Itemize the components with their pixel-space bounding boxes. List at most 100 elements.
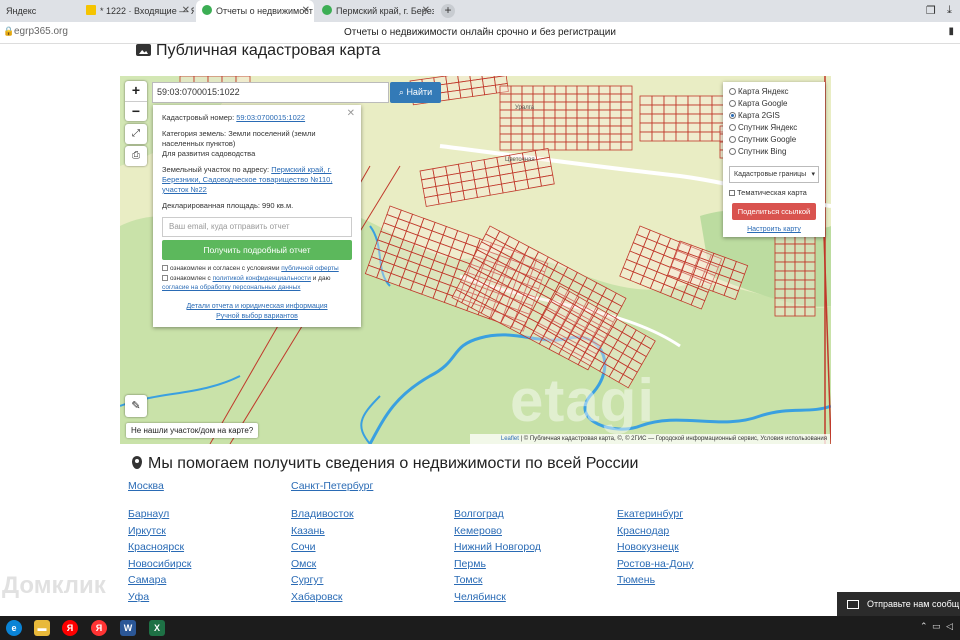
close-icon[interactable]: ✕ xyxy=(302,0,310,22)
collections-icon[interactable]: ❐ xyxy=(926,4,936,17)
radio-button[interactable] xyxy=(729,88,736,95)
close-icon[interactable]: ✕ xyxy=(182,0,190,22)
layer-option-bing-sat[interactable]: Спутник Bing xyxy=(729,146,819,158)
city-link[interactable]: Екатеринбург xyxy=(617,508,683,520)
city-link[interactable]: Краснодар xyxy=(617,525,669,537)
overlay-select[interactable]: Кадастровые границы xyxy=(729,166,819,183)
parcel xyxy=(554,85,567,95)
bookmark-icon[interactable]: ▮ xyxy=(948,26,954,37)
share-link-button[interactable]: Поделиться ссылкой xyxy=(732,203,816,220)
edge-icon[interactable]: e xyxy=(6,620,22,636)
offer-checkbox[interactable] xyxy=(162,265,168,271)
download-icon[interactable]: ⤓ xyxy=(947,4,952,17)
offer-link[interactable]: публичной оферты xyxy=(281,265,338,272)
parcel xyxy=(532,85,545,95)
parcel xyxy=(565,117,578,127)
tab-inbox[interactable]: * 1222 · Входящие — Янд ✕ xyxy=(80,0,194,22)
email-field[interactable]: Ваш email, куда отправить отчет xyxy=(162,217,352,237)
privacy-link[interactable]: политикой конфиденциальности xyxy=(213,275,311,282)
city-link[interactable]: Челябинск xyxy=(454,591,506,603)
city-link[interactable]: Москва xyxy=(128,480,164,492)
city-link[interactable]: Сургут xyxy=(291,574,323,586)
parcel xyxy=(598,133,611,143)
tab-perm[interactable]: Пермский край, г. Березн ✕ xyxy=(316,0,434,22)
layer-option-google-map[interactable]: Карта Google xyxy=(729,98,819,110)
city-link[interactable]: Уфа xyxy=(128,591,149,603)
consent-link[interactable]: согласие на обработку персональных данны… xyxy=(162,284,301,291)
close-icon[interactable]: ✕ xyxy=(347,109,355,119)
manual-select-link[interactable]: Ручной выбор вариантов xyxy=(216,313,298,320)
privacy-checkbox[interactable] xyxy=(162,275,168,281)
city-link[interactable]: Нижний Новгород xyxy=(454,541,541,553)
city-link[interactable]: Сочи xyxy=(291,541,316,553)
parcel xyxy=(521,141,534,151)
parcel xyxy=(554,125,567,135)
parcel xyxy=(499,93,512,103)
parcel xyxy=(532,109,545,119)
city-link[interactable]: Пермь xyxy=(454,558,486,570)
print-icon[interactable]: ⎙ xyxy=(125,146,147,166)
parcel xyxy=(774,306,786,317)
parcel xyxy=(510,109,523,119)
tab-yandex[interactable]: Яндекс xyxy=(0,0,78,22)
city-link[interactable]: Казань xyxy=(291,525,325,537)
radio-button[interactable] xyxy=(729,148,736,155)
city-link[interactable]: Кемерово xyxy=(454,525,502,537)
parcel xyxy=(675,104,689,115)
city-link[interactable]: Омск xyxy=(291,558,316,570)
new-tab-button[interactable]: + xyxy=(441,4,455,18)
network-icon[interactable]: ▭ xyxy=(932,621,941,632)
thematic-checkbox[interactable] xyxy=(729,190,735,196)
city-link[interactable]: Тюмень xyxy=(617,574,655,586)
configure-map-link[interactable]: Настроить карту xyxy=(747,226,801,233)
layer-label: Спутник Google xyxy=(738,135,797,144)
volume-icon[interactable]: ◁ xyxy=(946,621,953,632)
parcel xyxy=(499,125,512,135)
city-link[interactable]: Иркутск xyxy=(128,525,166,537)
tab-reports[interactable]: Отчеты о недвижимост ✕ xyxy=(196,0,314,22)
radio-button[interactable] xyxy=(729,112,736,119)
cad-number-link[interactable]: 59:03:0700015:1022 xyxy=(236,113,305,122)
city-link[interactable]: Новокузнецк xyxy=(617,541,679,553)
offer-agreement[interactable]: ознакомлен и согласен с условиями публич… xyxy=(162,264,352,273)
chevron-up-icon[interactable]: ⌃ xyxy=(920,621,928,632)
chat-notification[interactable]: Отправьте нам сообщ xyxy=(837,592,960,617)
layer-option-yandex-sat[interactable]: Спутник Яндекс xyxy=(729,122,819,134)
city-link[interactable]: Хабаровск xyxy=(291,591,342,603)
details-link[interactable]: Детали отчета и юридическая информация xyxy=(186,303,327,310)
word-icon[interactable]: W xyxy=(120,620,136,636)
not-found-button[interactable]: Не нашли участок/дом на карте? xyxy=(126,423,259,438)
radio-button[interactable] xyxy=(729,124,736,131)
city-link[interactable]: Владивосток xyxy=(291,508,354,520)
privacy-agreement[interactable]: ознакомлен с политикой конфиденциальност… xyxy=(162,274,352,292)
close-icon[interactable]: ✕ xyxy=(422,0,430,22)
city-link[interactable]: Новосибирск xyxy=(128,558,191,570)
city-link[interactable]: Томск xyxy=(454,574,483,586)
yandex-browser-icon[interactable]: Я xyxy=(91,620,107,636)
radio-button[interactable] xyxy=(729,136,736,143)
cadastral-search-input[interactable]: 59:03:0700015:1022 xyxy=(152,82,389,103)
layer-option-google-sat[interactable]: Спутник Google xyxy=(729,134,819,146)
city-link[interactable]: Барнаул xyxy=(128,508,169,520)
city-link[interactable]: Красноярск xyxy=(128,541,184,553)
city-link[interactable]: Ростов-на-Дону xyxy=(617,558,694,570)
thematic-map-toggle[interactable]: Тематическая карта xyxy=(729,188,819,197)
city-link[interactable]: Волгоград xyxy=(454,508,504,520)
leaflet-link[interactable]: Leaflet xyxy=(501,436,519,442)
layer-option-2gis-map[interactable]: Карта 2GIS xyxy=(729,110,819,122)
folder-icon[interactable]: ▬ xyxy=(34,620,50,636)
zoom-out-button[interactable]: − xyxy=(125,101,147,121)
parcel xyxy=(794,279,806,290)
get-report-button[interactable]: Получить подробный отчет xyxy=(162,240,352,260)
zoom-in-button[interactable]: + xyxy=(125,81,147,101)
city-link[interactable]: Санкт-Петербург xyxy=(291,480,373,492)
yandex-icon[interactable]: Я xyxy=(62,620,78,636)
parcel xyxy=(663,131,677,142)
excel-icon[interactable]: X xyxy=(149,620,165,636)
ruler-icon[interactable]: ✎ xyxy=(125,395,147,417)
radio-button[interactable] xyxy=(729,100,736,107)
city-link[interactable]: Самара xyxy=(128,574,166,586)
find-button[interactable]: ⌕ Найти xyxy=(390,82,441,103)
layer-option-yandex-map[interactable]: Карта Яндекс xyxy=(729,86,819,98)
fullscreen-icon[interactable]: ⤢ xyxy=(125,124,147,144)
